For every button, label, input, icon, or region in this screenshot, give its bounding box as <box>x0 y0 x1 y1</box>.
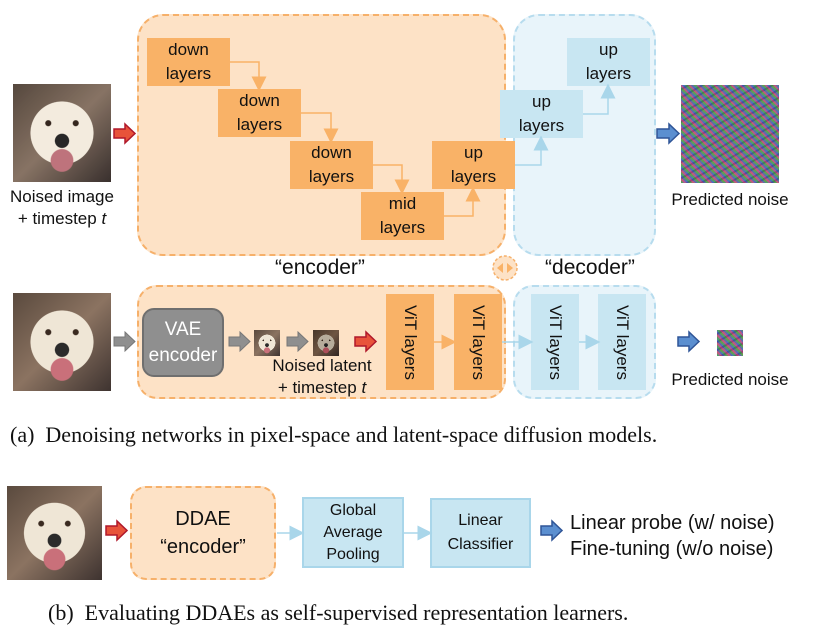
predicted-noise-image <box>681 85 779 183</box>
block-line2: layers <box>518 116 565 135</box>
swap-arrows-icon <box>492 255 518 281</box>
global-average-pooling-block: Global Average Pooling <box>302 497 404 568</box>
timestep-var: t <box>361 378 367 397</box>
block-line2: layers <box>585 64 632 83</box>
noised-latent-label-line2: + timestep t <box>262 377 382 399</box>
vae-line1: VAE <box>164 318 202 340</box>
vit-label: ViT layers <box>469 304 488 380</box>
fine-tuning-label: Fine-tuning (w/o noise) <box>570 538 774 560</box>
blue-arrow-icon-row2 <box>677 330 701 353</box>
up-layers-block-encoder: up layers <box>432 141 515 189</box>
up-layers-block-decoder-1: up layers <box>500 90 583 138</box>
block-line2: layers <box>379 218 426 237</box>
predicted-noise-small-image <box>717 330 743 356</box>
latent-image <box>254 330 280 356</box>
timestep-prefix: + timestep <box>277 378 362 397</box>
block-line1: up <box>464 143 483 162</box>
block-line1: up <box>532 92 551 111</box>
classifier-line: Linear <box>458 512 503 529</box>
vit-layers-block-3: ViT layers <box>531 294 579 390</box>
evaluation-outputs: Linear probe (w/ noise) Fine-tuning (w/o… <box>570 510 775 562</box>
block-line1: up <box>599 40 618 59</box>
block-line2: layers <box>450 167 497 186</box>
predicted-noise-label: Predicted noise <box>671 190 789 209</box>
clean-dog-image <box>13 293 111 391</box>
mid-layers-block: mid layers <box>361 192 444 240</box>
gray-arrow-icon-input <box>113 330 136 353</box>
vit-label: ViT layers <box>546 304 565 380</box>
noised-dog-image <box>13 84 111 182</box>
block-line1: down <box>311 143 352 162</box>
ddae-line2: “encoder” <box>160 536 246 558</box>
caption-a: (a) Denoising networks in pixel-space an… <box>10 422 658 447</box>
red-arrow-icon-partb <box>105 519 129 542</box>
blue-arrow-icon-partb <box>540 519 564 542</box>
caption-b: (b) Evaluating DDAEs as self-supervised … <box>48 600 629 625</box>
noised-image-label-line2: + timestep t <box>0 208 124 230</box>
gap-line: Average <box>323 523 383 541</box>
red-arrow-icon-row1 <box>113 122 137 145</box>
vit-layers-block-2: ViT layers <box>454 294 502 390</box>
vit-layers-block-4: ViT layers <box>598 294 646 390</box>
block-line2: layers <box>165 64 212 83</box>
noised-latent-image <box>313 330 339 356</box>
vit-label: ViT layers <box>401 304 420 380</box>
gap-line: Global <box>329 501 377 519</box>
noised-latent-label-line1: Noised latent <box>272 356 372 375</box>
linear-classifier-block: Linear Classifier <box>430 498 531 568</box>
timestep-prefix: + timestep <box>17 209 102 228</box>
classifier-line: Classifier <box>447 536 514 553</box>
ddae-line1: DDAE <box>175 508 231 530</box>
encoder-label: “encoder” <box>275 256 365 279</box>
noised-latent-label: Noised latent + timestep t <box>262 355 382 399</box>
block-line1: down <box>239 91 280 110</box>
down-layers-block-2: down layers <box>218 89 301 137</box>
gap-line: Pooling <box>326 545 380 563</box>
ddae-encoder-block: DDAE “encoder” <box>130 486 276 580</box>
block-line2: layers <box>236 115 283 134</box>
down-layers-block-1: down layers <box>147 38 230 86</box>
decoder-label: “decoder” <box>545 256 635 279</box>
blue-arrow-icon-row1 <box>656 122 681 145</box>
predicted-noise-label-latent: Predicted noise <box>671 370 789 389</box>
timestep-var: t <box>101 209 107 228</box>
input-dog-image <box>7 486 102 580</box>
up-layers-block-decoder-2: up layers <box>567 38 650 86</box>
block-line1: down <box>168 40 209 59</box>
vit-label: ViT layers <box>613 304 632 380</box>
block-line1: mid <box>388 194 417 213</box>
noised-image-label: Noised image + timestep t <box>0 186 124 230</box>
linear-probe-label: Linear probe (w/ noise) <box>570 512 775 534</box>
vae-line2: encoder <box>148 344 218 366</box>
noised-image-label-line1: Noised image <box>10 187 114 206</box>
vae-encoder-block: VAE encoder <box>142 308 224 377</box>
block-line2: layers <box>308 167 355 186</box>
vit-layers-block-1: ViT layers <box>386 294 434 390</box>
down-layers-block-3: down layers <box>290 141 373 189</box>
